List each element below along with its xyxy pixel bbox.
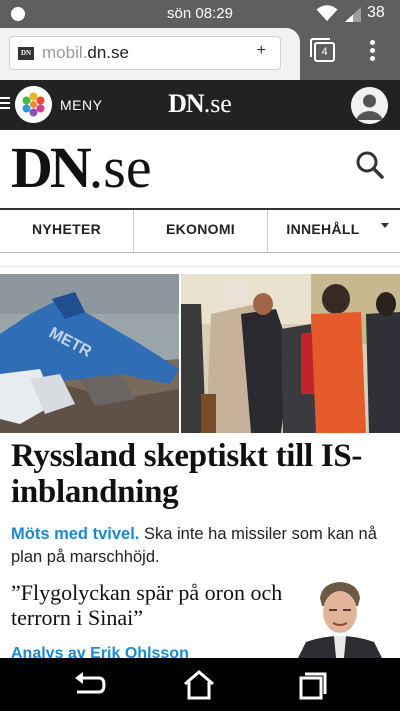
nav-item-nyheter[interactable]: NYHETER [0,210,133,252]
header-logo-rest: .se [203,89,232,118]
grieving-people-image[interactable] [181,274,400,433]
overflow-menu-icon[interactable] [366,40,378,68]
battery-level: 38 [367,4,385,21]
site-header: MENY DN.se [0,80,400,130]
analysis-headline[interactable]: ”Flygolyckan spär på oron och terrorn i … [11,580,296,630]
recents-icon[interactable] [292,668,328,702]
header-logo[interactable]: DN.se [0,89,400,119]
add-bookmark-button[interactable]: + [257,42,266,60]
brand-logo[interactable]: DN.se [11,136,152,200]
search-icon[interactable] [355,150,385,180]
nav-item-innehall[interactable]: INNEHÅLL [268,210,378,252]
author-photo [298,578,382,658]
article-lead[interactable]: Möts med tvivel. Ska inte ha missiler so… [11,523,391,569]
address-bar-area: DN mobil.dn.se + [0,28,300,80]
plane-wreck-image[interactable]: METR [0,274,179,433]
browser-toolbar: DN mobil.dn.se + 4 [0,28,400,80]
account-icon[interactable] [351,87,388,124]
url-text[interactable]: mobil.dn.se [42,43,129,63]
brand-logo-rest: .se [88,135,152,200]
url-host: dn.se [87,43,129,62]
signal-icon [345,7,361,22]
system-navigation-bar [0,658,400,711]
url-prefix: mobil. [42,43,88,62]
lead-kicker: Möts med tvivel. [11,525,140,543]
header-logo-bold: DN [168,89,205,118]
status-bar: sön 08:29 38 [0,0,400,28]
brand-row: DN.se [0,130,400,208]
home-icon[interactable] [181,668,217,702]
address-bar[interactable]: DN mobil.dn.se + [9,36,281,70]
back-icon[interactable] [71,668,107,702]
chevron-down-icon[interactable] [381,223,389,228]
section-nav: NYHETER EKONOMI INNEHÅLL [0,208,400,253]
nav-item-ekonomi[interactable]: EKONOMI [134,210,267,252]
brand-logo-bold: DN [11,135,92,200]
site-favicon-icon: DN [18,47,34,60]
divider [0,266,400,267]
wifi-icon [316,5,338,21]
tabs-icon[interactable]: 4 [310,38,335,62]
status-time: sön 08:29 [167,5,233,22]
article-headline[interactable]: Ryssland skeptiskt till IS-inblandning [11,438,391,510]
